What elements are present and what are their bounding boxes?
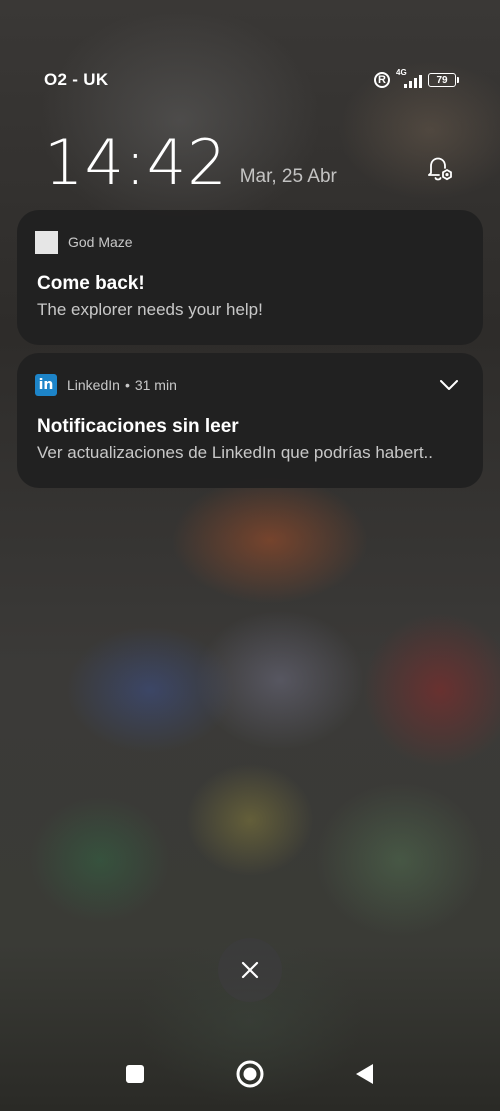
notification-body: The explorer needs your help! xyxy=(37,300,263,319)
notification-settings-button[interactable] xyxy=(420,150,460,190)
close-icon xyxy=(241,961,259,979)
lockscreen-date: Mar, 25 Abr xyxy=(239,166,337,187)
home-button[interactable] xyxy=(235,1059,265,1089)
triangle-back-icon xyxy=(356,1064,373,1084)
blank-app-icon xyxy=(35,230,58,254)
navigation-bar xyxy=(0,1051,500,1111)
separator-dot: • xyxy=(124,377,130,393)
notification-card-godmaze[interactable]: God Maze Come back! The explorer needs y… xyxy=(17,210,483,345)
notification-card-linkedin[interactable]: in LinkedIn • 31 min Notificaciones sin … xyxy=(17,353,483,488)
lockscreen-time: 14:42 xyxy=(44,126,228,199)
network-type: 4G xyxy=(396,68,407,77)
notification-header: in LinkedIn • 31 min xyxy=(35,373,465,397)
status-bar: O2 - UK R 4G 79 xyxy=(44,66,459,94)
clear-notifications-button[interactable] xyxy=(218,938,282,1002)
battery-icon: 79 xyxy=(428,73,459,87)
app-name: LinkedIn xyxy=(67,377,120,393)
square-icon xyxy=(126,1065,144,1083)
app-name: God Maze xyxy=(68,234,133,250)
clock-row: 14:42 Mar, 25 Abr xyxy=(44,122,460,194)
notification-settings-icon xyxy=(428,157,452,181)
status-icons: R 4G 79 xyxy=(374,68,459,88)
chevron-down-icon xyxy=(440,380,458,390)
carrier-name: O2 - UK xyxy=(44,70,109,89)
notification-header: God Maze xyxy=(35,230,465,254)
linkedin-icon: in xyxy=(35,374,57,396)
notification-title: Notificaciones sin leer xyxy=(37,416,239,437)
roaming-icon: R xyxy=(374,72,390,88)
notification-time: 31 min xyxy=(134,377,177,393)
notification-body: Ver actualizaciones de LinkedIn que podr… xyxy=(37,443,433,462)
notification-title: Come back! xyxy=(37,273,145,294)
circle-icon xyxy=(236,1060,264,1088)
battery-level: 79 xyxy=(436,74,448,86)
signal-bars-icon: 4G xyxy=(396,68,422,88)
back-button[interactable] xyxy=(349,1059,379,1089)
expand-button[interactable] xyxy=(437,373,461,397)
recent-apps-button[interactable] xyxy=(120,1059,150,1089)
